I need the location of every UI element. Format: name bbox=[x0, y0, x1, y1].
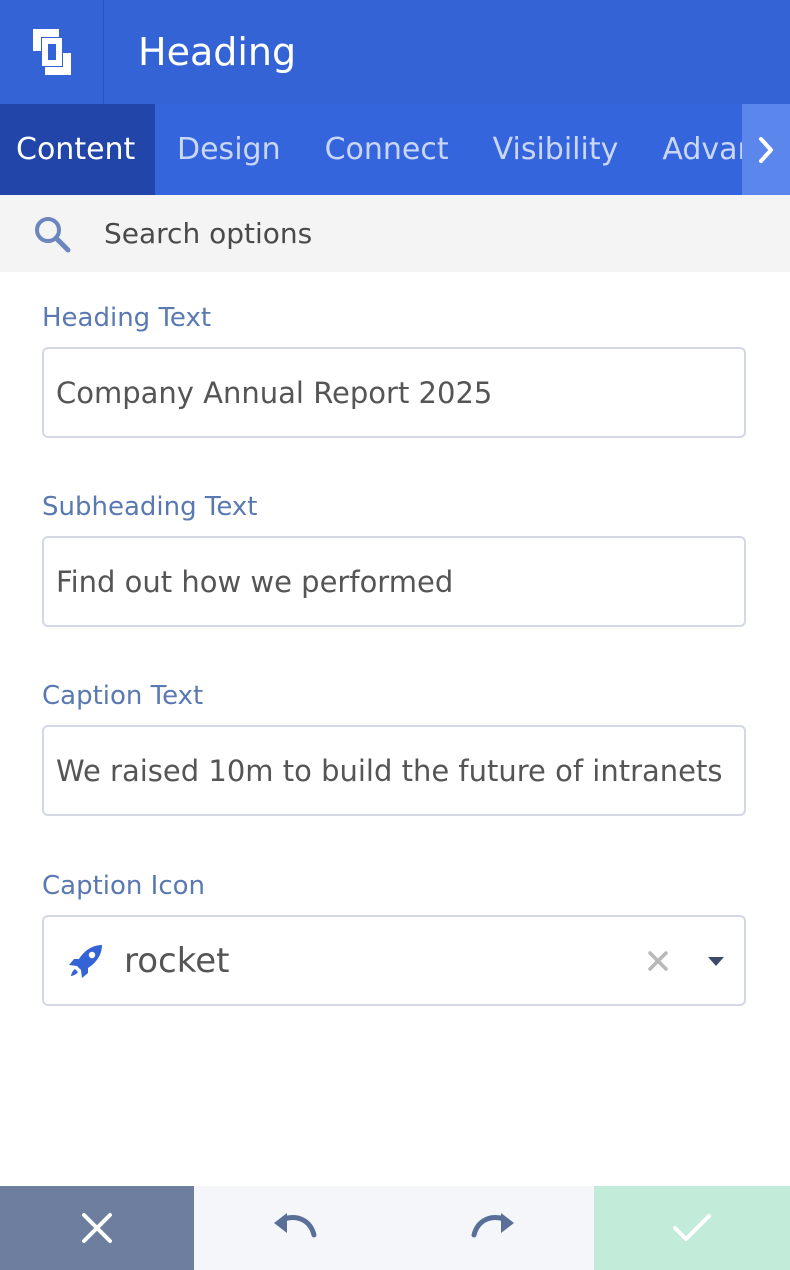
save-button[interactable] bbox=[594, 1186, 790, 1270]
tab-scroll-right-button[interactable] bbox=[742, 104, 790, 195]
panel-title: Heading bbox=[138, 30, 297, 74]
redo-button[interactable] bbox=[394, 1186, 594, 1270]
subheading-text-input[interactable] bbox=[56, 564, 744, 599]
caption-text-input[interactable] bbox=[56, 753, 744, 788]
caption-icon-label: Caption Icon bbox=[42, 871, 206, 901]
tab-connect[interactable]: Connect bbox=[303, 104, 471, 195]
search-bar bbox=[0, 195, 790, 272]
footer-actions bbox=[0, 1186, 790, 1270]
caret-down-icon bbox=[708, 956, 724, 966]
brand-logo[interactable] bbox=[0, 0, 104, 104]
undo-icon bbox=[274, 1213, 317, 1238]
tab-content[interactable]: Content bbox=[0, 104, 155, 195]
rocket-icon bbox=[69, 944, 102, 978]
subheading-text-field-box bbox=[42, 536, 746, 627]
tab-design[interactable]: Design bbox=[155, 104, 303, 195]
clear-icon bbox=[648, 950, 668, 971]
subheading-text-label: Subheading Text bbox=[42, 492, 258, 522]
caption-icon-value: rocket bbox=[124, 940, 230, 981]
search-input[interactable] bbox=[104, 217, 704, 250]
redo-icon bbox=[471, 1213, 514, 1238]
tab-visibility[interactable]: Visibility bbox=[471, 104, 641, 195]
clear-selection-button[interactable] bbox=[628, 950, 688, 972]
undo-button[interactable] bbox=[194, 1186, 394, 1270]
check-icon bbox=[673, 1214, 711, 1241]
cancel-button[interactable] bbox=[0, 1186, 194, 1270]
close-icon bbox=[82, 1213, 112, 1243]
caption-text-field-box bbox=[42, 725, 746, 816]
caption-icon-select[interactable]: rocket bbox=[42, 915, 746, 1006]
dropdown-toggle[interactable] bbox=[688, 955, 744, 967]
heading-text-input[interactable] bbox=[56, 375, 744, 410]
heading-text-label: Heading Text bbox=[42, 303, 212, 333]
heading-text-field-box bbox=[42, 347, 746, 438]
panel-header: Heading bbox=[0, 0, 790, 104]
caption-text-label: Caption Text bbox=[42, 681, 204, 711]
chevron-right-icon bbox=[759, 136, 773, 163]
search-icon bbox=[35, 216, 71, 252]
brand-logo-icon bbox=[32, 29, 71, 75]
tab-bar: Content Design Connect Visibility Advan bbox=[0, 104, 790, 195]
